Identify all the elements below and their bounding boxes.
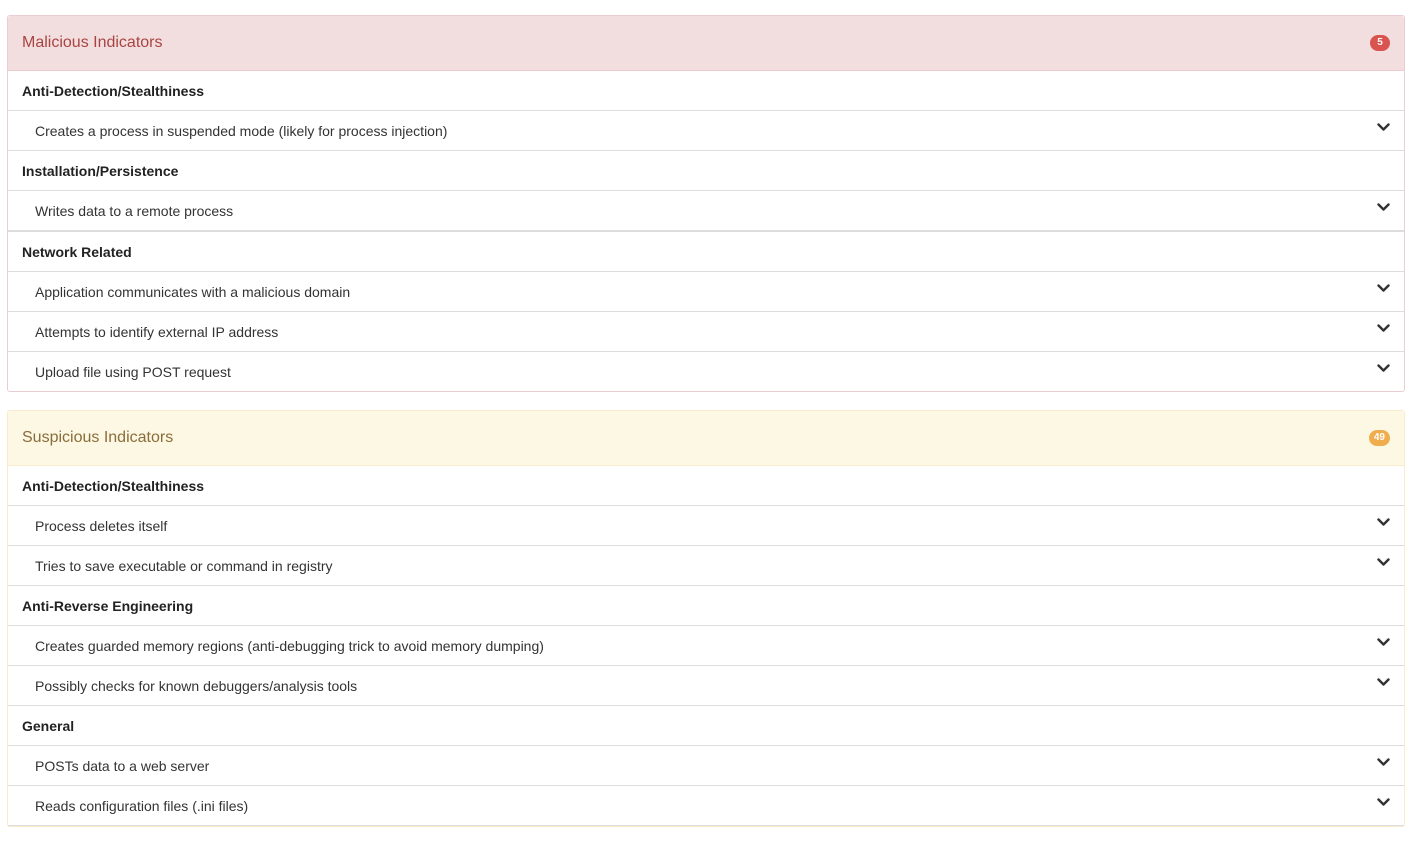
chevron-down-icon[interactable] [1376,362,1390,376]
indicator-item[interactable]: Upload file using POST request [8,352,1404,391]
category-header: General [8,706,1404,746]
chevron-down-icon[interactable] [1376,322,1390,336]
category-header: Anti-Detection/Stealthiness [8,71,1404,111]
chevron-down-icon[interactable] [1376,756,1390,770]
indicator-item[interactable]: Process deletes itself [8,506,1404,546]
chevron-down-icon[interactable] [1376,556,1390,570]
indicator-label: Process deletes itself [35,517,168,534]
indicator-label: Tries to save executable or command in r… [35,557,333,574]
indicator-item[interactable]: Possibly checks for known debuggers/anal… [8,666,1404,706]
indicator-item[interactable]: Writes data to a remote process [8,191,1404,232]
suspicious-indicators-header[interactable]: Suspicious Indicators 49 [8,411,1404,466]
malicious-indicators-title: Malicious Indicators [22,34,163,51]
category-header: Installation/Persistence [8,151,1404,191]
chevron-down-icon[interactable] [1376,201,1390,215]
chevron-down-icon[interactable] [1376,636,1390,650]
chevron-down-icon[interactable] [1376,796,1390,810]
indicator-item[interactable]: Creates a process in suspended mode (lik… [8,111,1404,151]
indicator-item[interactable]: Reads configuration files (.ini files) [8,786,1404,826]
indicator-item[interactable]: Attempts to identify external IP address [8,312,1404,352]
indicator-item[interactable]: POSTs data to a web server [8,746,1404,786]
category-header: Network Related [8,232,1404,272]
indicator-label: Creates a process in suspended mode (lik… [35,122,448,139]
indicator-label: Possibly checks for known debuggers/anal… [35,677,358,694]
indicator-label: Attempts to identify external IP address [35,323,279,340]
indicator-label: Upload file using POST request [35,363,231,380]
category-header: Anti-Reverse Engineering [8,586,1404,626]
malicious-count-badge: 5 [1370,35,1390,51]
indicator-item[interactable]: Creates guarded memory regions (anti-deb… [8,626,1404,666]
indicators-container: Malicious Indicators 5 Anti-Detection/St… [7,15,1405,845]
indicator-item[interactable]: Application communicates with a maliciou… [8,272,1404,312]
indicator-label: Writes data to a remote process [35,202,234,219]
indicator-item[interactable]: Tries to save executable or command in r… [8,546,1404,586]
indicator-label: POSTs data to a web server [35,757,210,774]
suspicious-indicators-title: Suspicious Indicators [22,429,174,446]
category-header: Anti-Detection/Stealthiness [8,466,1404,506]
suspicious-indicators-panel: Suspicious Indicators 49 Anti-Detection/… [7,410,1405,827]
chevron-down-icon[interactable] [1376,516,1390,530]
chevron-down-icon[interactable] [1376,676,1390,690]
malicious-indicators-header[interactable]: Malicious Indicators 5 [8,16,1404,71]
chevron-down-icon[interactable] [1376,282,1390,296]
indicator-label: Creates guarded memory regions (anti-deb… [35,637,544,654]
chevron-down-icon[interactable] [1376,121,1390,135]
indicator-label: Application communicates with a maliciou… [35,283,351,300]
malicious-indicators-panel: Malicious Indicators 5 Anti-Detection/St… [7,15,1405,392]
suspicious-count-badge: 49 [1368,430,1390,446]
indicator-label: Reads configuration files (.ini files) [35,797,249,814]
